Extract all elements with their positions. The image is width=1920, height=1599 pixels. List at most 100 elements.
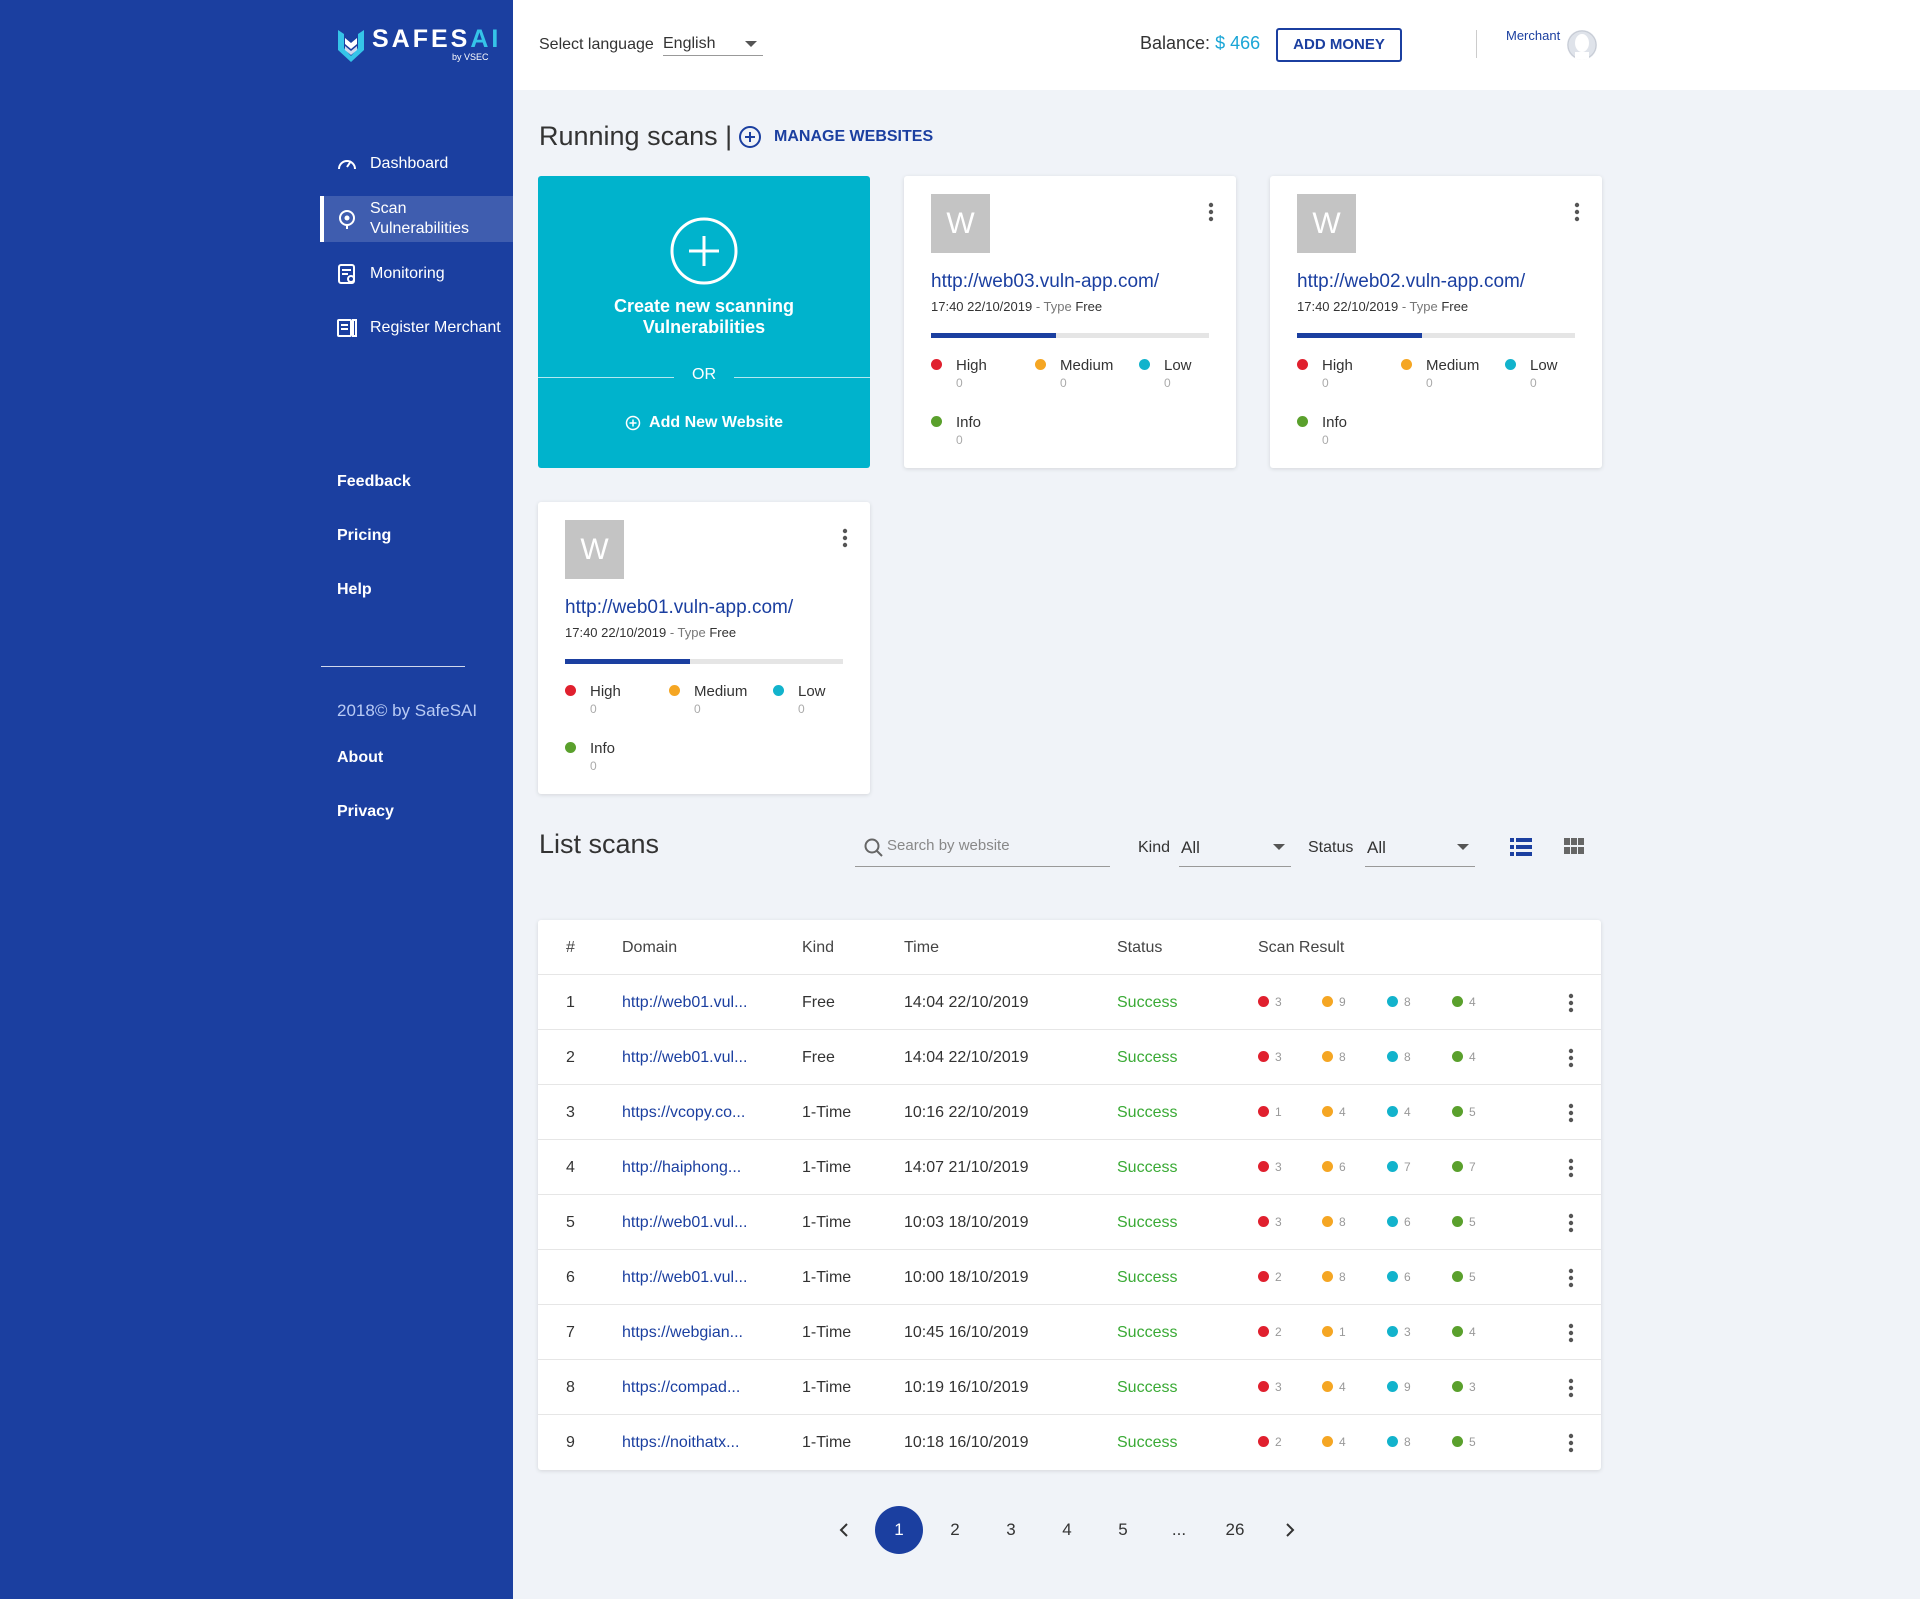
info-dot-icon (1452, 1436, 1463, 1447)
page-button[interactable]: 5 (1099, 1506, 1147, 1554)
row-domain-link[interactable]: https://webgian... (622, 1305, 743, 1360)
row-time: 14:04 22/10/2019 (904, 994, 1029, 1011)
help-link[interactable]: Help (337, 578, 411, 632)
result-high: 2 (1258, 1250, 1282, 1305)
site-url[interactable]: http://web02.vuln-app.com/ (1297, 271, 1525, 293)
site-url[interactable]: http://web03.vuln-app.com/ (931, 271, 1159, 293)
sidebar-item-scan-vulnerabilities[interactable]: Scan Vulnerabilities (320, 196, 513, 242)
language-select[interactable]: English (663, 32, 763, 56)
col-header-time[interactable]: Time (904, 920, 939, 975)
sidebar-item-monitoring[interactable]: Monitoring (320, 252, 513, 296)
table-row[interactable]: 4 http://haiphong... 1-Time 14:07 21/10/201… (538, 1140, 1601, 1195)
privacy-link[interactable]: Privacy (337, 800, 394, 854)
row-time: 10:45 16/10/2019 (904, 1324, 1029, 1341)
more-vert-icon[interactable] (1568, 993, 1574, 1013)
row-time: 10:00 18/10/2019 (904, 1269, 1029, 1286)
table-row[interactable]: 8 https://compad... 1-Time 10:19 16/10/2019… (538, 1360, 1601, 1415)
running-scan-card[interactable]: Whttp://web02.vuln-app.com/17:40 22/10/2… (1270, 176, 1602, 468)
row-domain-link[interactable]: http://haiphong... (622, 1140, 741, 1195)
brand-sub: by VSEC (452, 52, 489, 62)
row-domain-link[interactable]: https://compad... (622, 1360, 740, 1415)
sidebar-item-register-merchant[interactable]: Register Merchant (320, 306, 513, 350)
create-scan-label: Create new scanning Vulnerabilities (613, 296, 795, 337)
low-dot-icon (773, 685, 784, 696)
row-domain-link[interactable]: https://vcopy.co... (622, 1085, 745, 1140)
add-new-website-button[interactable]: Add New Website (538, 414, 870, 432)
col-header-scan-result[interactable]: Scan Result (1258, 920, 1344, 975)
site-thumbnail: W (1297, 194, 1356, 253)
sidebar-item-label: Scan Vulnerabilities (370, 200, 470, 237)
site-url[interactable]: http://web01.vuln-app.com/ (565, 597, 793, 619)
row-domain-link[interactable]: http://web01.vul... (622, 1250, 747, 1305)
low-dot-icon (1387, 1051, 1398, 1062)
row-domain-link[interactable]: http://web01.vul... (622, 1195, 747, 1250)
list-view-button[interactable] (1510, 838, 1532, 861)
col-header-domain[interactable]: Domain (622, 920, 677, 975)
severity-info: Info 0 (565, 740, 615, 773)
table-row[interactable]: 3 https://vcopy.co... 1-Time 10:16 22/10/20… (538, 1085, 1601, 1140)
manage-websites-button[interactable]: MANAGE WEBSITES (738, 125, 933, 149)
row-domain-link[interactable]: https://noithatx... (622, 1415, 739, 1470)
row-domain-link[interactable]: http://web01.vul... (622, 975, 747, 1030)
page-button[interactable]: 3 (987, 1506, 1035, 1554)
sidebar-item-dashboard[interactable]: Dashboard (320, 142, 513, 186)
more-vert-icon[interactable] (1568, 1048, 1574, 1068)
row-time: 10:18 16/10/2019 (904, 1434, 1029, 1451)
more-vert-icon[interactable] (1568, 1213, 1574, 1233)
info-dot-icon (1452, 996, 1463, 1007)
high-dot-icon (1258, 1436, 1269, 1447)
page-button[interactable]: 1 (875, 1506, 923, 1554)
logo[interactable]: SAFESAI by VSEC (336, 26, 501, 64)
table-row[interactable]: 1 http://web01.vul... Free 14:04 22/10/2019… (538, 975, 1601, 1030)
low-dot-icon (1387, 1216, 1398, 1227)
chevron-right-icon[interactable] (1282, 1522, 1298, 1538)
page-button[interactable]: 26 (1211, 1506, 1259, 1554)
table-row[interactable]: 5 http://web01.vul... 1-Time 10:03 18/10/20… (538, 1195, 1601, 1250)
col-header-kind[interactable]: Kind (802, 920, 834, 975)
search-input[interactable] (887, 837, 1102, 854)
col-header-status[interactable]: Status (1117, 920, 1162, 975)
more-vert-icon[interactable] (1208, 202, 1214, 222)
create-scan-card[interactable]: Create new scanning Vulnerabilities OR A… (538, 176, 870, 468)
low-dot-icon (1387, 1271, 1398, 1282)
result-high: 2 (1258, 1305, 1282, 1360)
list-scans-title: List scans (539, 829, 660, 859)
result-low: 8 (1387, 975, 1411, 1030)
table-row[interactable]: 6 http://web01.vul... 1-Time 10:00 18/10/20… (538, 1250, 1601, 1305)
medium-dot-icon (1322, 1106, 1333, 1117)
info-dot-icon (1452, 1326, 1463, 1337)
row-domain-link[interactable]: http://web01.vul... (622, 1030, 747, 1085)
col-header-number[interactable]: # (566, 920, 575, 975)
table-row[interactable]: 2 http://web01.vul... Free 14:04 22/10/2019… (538, 1030, 1601, 1085)
more-vert-icon[interactable] (842, 528, 848, 548)
avatar[interactable] (1567, 30, 1597, 60)
more-vert-icon[interactable] (1568, 1323, 1574, 1343)
manage-websites-label: MANAGE WEBSITES (774, 128, 934, 145)
row-status: Success (1117, 1269, 1178, 1286)
kind-select[interactable]: All (1179, 835, 1291, 867)
more-vert-icon[interactable] (1568, 1378, 1574, 1398)
feedback-link[interactable]: Feedback (337, 470, 411, 524)
high-dot-icon (931, 359, 942, 370)
page-button[interactable]: 2 (931, 1506, 979, 1554)
add-money-button[interactable]: ADD MONEY (1276, 28, 1402, 62)
page-button[interactable]: 4 (1043, 1506, 1091, 1554)
more-vert-icon[interactable] (1568, 1158, 1574, 1178)
pricing-link[interactable]: Pricing (337, 524, 411, 578)
sidebar-item-label: Monitoring (370, 265, 445, 282)
chevron-left-icon[interactable] (836, 1522, 852, 1538)
running-scan-card[interactable]: Whttp://web03.vuln-app.com/17:40 22/10/2… (904, 176, 1236, 468)
table-row[interactable]: 7 https://webgian... 1-Time 10:45 16/10/201… (538, 1305, 1601, 1360)
high-dot-icon (565, 685, 576, 696)
more-vert-icon[interactable] (1568, 1433, 1574, 1453)
table-row[interactable]: 9 https://noithatx... 1-Time 10:18 16/10/20… (538, 1415, 1601, 1470)
more-vert-icon[interactable] (1568, 1268, 1574, 1288)
running-scan-card[interactable]: Whttp://web01.vuln-app.com/17:40 22/10/2… (538, 502, 870, 794)
search-field[interactable] (855, 835, 1110, 867)
language-label: Select language (539, 36, 654, 53)
more-vert-icon[interactable] (1574, 202, 1580, 222)
about-link[interactable]: About (337, 746, 394, 800)
more-vert-icon[interactable] (1568, 1103, 1574, 1123)
status-select[interactable]: All (1365, 835, 1475, 867)
grid-view-button[interactable] (1564, 838, 1584, 859)
